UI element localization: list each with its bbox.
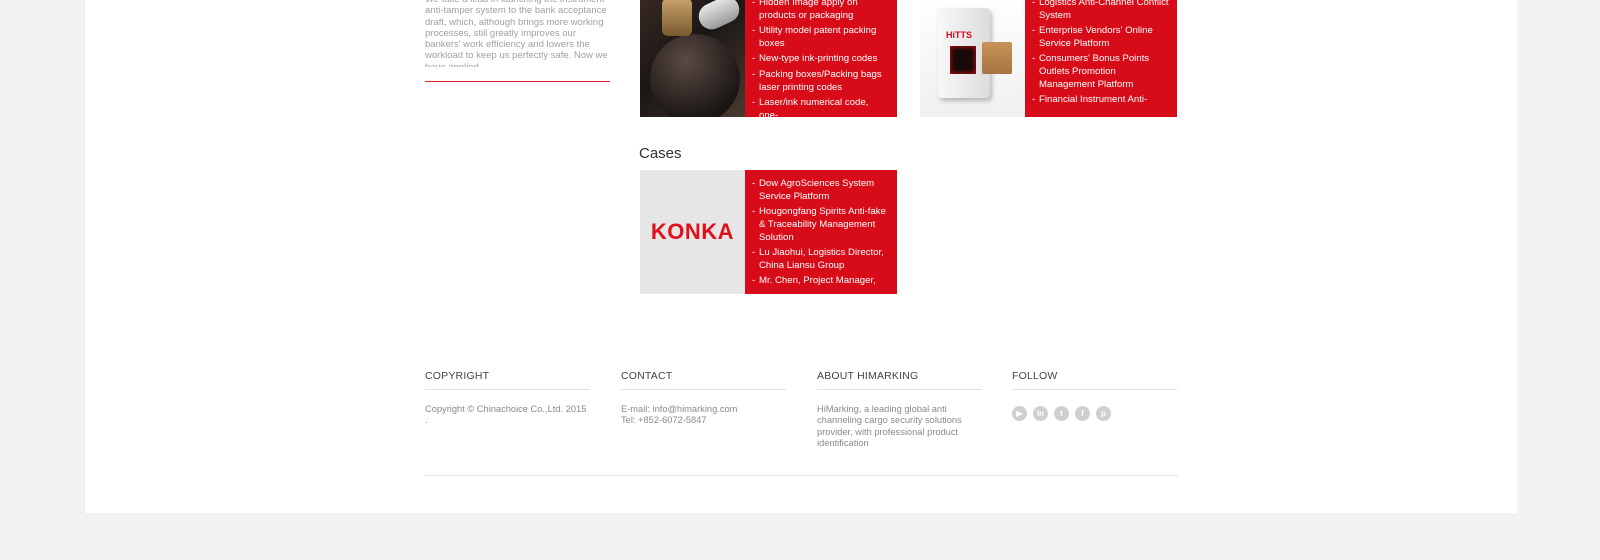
product-list: Hidden Image apply on products or packag… — [745, 0, 897, 117]
hitts-logo: HiTTS — [946, 30, 972, 40]
case-list-item[interactable]: Dow AgroSciences System Service Platform — [752, 178, 889, 204]
facebook-icon[interactable]: f — [1075, 406, 1090, 421]
footer-heading-copyright: COPYRIGHT — [425, 370, 590, 390]
product-list-item[interactable]: Packing boxes/Packing bags laser printin… — [752, 69, 889, 95]
footer-heading-follow: FOLLOW — [1012, 370, 1177, 390]
product-card-hitts[interactable]: HiTTS Logistics Anti-Channel Conflict Sy… — [920, 0, 1177, 117]
product-list-item[interactable]: Financial Instrument Anti- — [1032, 94, 1169, 107]
konka-logo-panel: KONKA — [640, 170, 745, 294]
product-list-item[interactable]: Laser/ink numerical code, one- — [752, 97, 889, 117]
case-list-item[interactable]: Lu Jiaohui, Logistics Director, China Li… — [752, 247, 889, 273]
social-icons: ▶ in t f p — [1012, 406, 1177, 421]
contact-phone: Tel: +852-6072-5847 — [621, 415, 707, 426]
twitter-icon[interactable]: t — [1054, 406, 1069, 421]
about-text: HiMarking, a leading global anti channel… — [817, 404, 962, 448]
intro-text: We take a lead in launching the instrume… — [425, 0, 608, 67]
product-list-item[interactable]: Enterprise Vendors' Online Service Platf… — [1032, 25, 1169, 51]
konka-logo: KONKA — [650, 219, 735, 244]
product-list: Logistics Anti-Channel Conflict System E… — [1025, 0, 1177, 117]
copyright-text: Copyright © Chinachoice Co.,Ltd. 2015 — [425, 404, 587, 414]
footer-heading-about: ABOUT HIMARKING — [817, 370, 982, 390]
footer-contact: CONTACT E-mail: info@himarking.com Tel: … — [621, 370, 786, 427]
product-card-hidden-image[interactable]: Hidden Image apply on products or packag… — [640, 0, 897, 117]
copyright-dot: . — [425, 415, 428, 426]
pinterest-icon[interactable]: p — [1096, 406, 1111, 421]
cases-list: Dow AgroSciences System Service Platform… — [745, 170, 897, 294]
product-list-item[interactable]: Utility model patent packing boxes — [752, 25, 889, 51]
product-image-hitts-box: HiTTS — [920, 0, 1025, 117]
youtube-icon[interactable]: ▶ — [1012, 406, 1027, 421]
case-list-item[interactable]: Hougongfang Spirits Anti-fake & Traceabi… — [752, 206, 889, 244]
contact-email[interactable]: E-mail: info@himarking.com — [621, 404, 786, 415]
case-card-konka[interactable]: KONKA Dow AgroSciences System Service Pl… — [640, 170, 897, 294]
footer-follow: FOLLOW ▶ in t f p — [1012, 370, 1177, 421]
case-list-item[interactable]: Mr. Chen, Project Manager, — [752, 275, 889, 288]
product-list-item[interactable]: Hidden Image apply on products or packag… — [752, 0, 889, 23]
linkedin-icon[interactable]: in — [1033, 406, 1048, 421]
footer-copyright: COPYRIGHT Copyright © Chinachoice Co.,Lt… — [425, 370, 590, 427]
product-list-item[interactable]: Consumers' Bonus Points Outlets Promotio… — [1032, 53, 1169, 91]
footer-heading-contact: CONTACT — [621, 370, 786, 390]
product-list-item[interactable]: New-type ink-printing codes — [752, 53, 889, 66]
footer-divider — [425, 475, 1178, 476]
footer-about: ABOUT HIMARKING HiMarking, a leading glo… — [817, 370, 982, 449]
intro-divider — [425, 81, 610, 82]
product-image-bottle — [640, 0, 745, 117]
product-list-item[interactable]: Logistics Anti-Channel Conflict System — [1032, 0, 1169, 23]
cases-heading: Cases — [639, 145, 682, 162]
